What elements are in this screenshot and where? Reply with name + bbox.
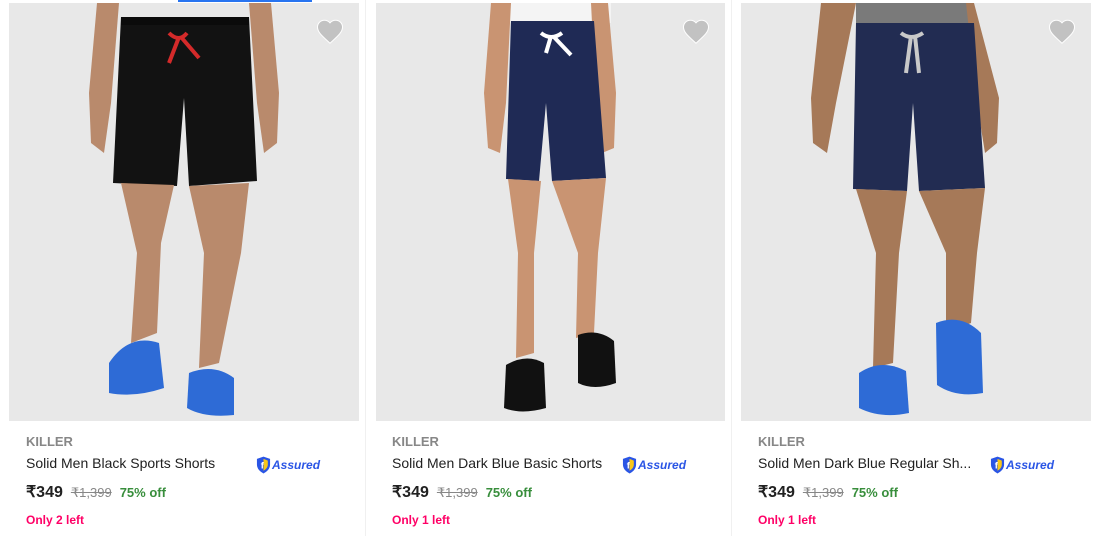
- product-photo: [9, 3, 359, 421]
- product-grid: KILLER Solid Men Black Sports Shorts f A…: [0, 0, 1093, 536]
- assured-shield-icon: f: [990, 456, 1005, 474]
- assured-label: Assured: [272, 458, 321, 472]
- mrp: ₹1,399: [802, 485, 844, 500]
- product-title[interactable]: Solid Men Dark Blue Regular Sh...: [758, 455, 971, 471]
- assured-shield-icon: f: [256, 456, 271, 474]
- mrp: ₹1,399: [436, 485, 478, 500]
- wishlist-heart-icon[interactable]: [315, 17, 345, 47]
- price-row: ₹349 ₹1,399 75% off: [758, 482, 898, 502]
- product-image[interactable]: [741, 3, 1091, 421]
- product-title[interactable]: Solid Men Black Sports Shorts: [26, 455, 215, 471]
- price-row: ₹349 ₹1,399 75% off: [392, 482, 532, 502]
- product-card[interactable]: KILLER Solid Men Black Sports Shorts f A…: [0, 0, 366, 536]
- stock-status: Only 2 left: [26, 513, 85, 527]
- price: ₹349: [26, 484, 63, 501]
- product-card[interactable]: KILLER Solid Men Dark Blue Regular Sh...…: [732, 0, 1093, 536]
- product-image[interactable]: [376, 3, 725, 421]
- price-row: ₹349 ₹1,399 75% off: [26, 482, 166, 502]
- assured-badge: f Assured: [622, 455, 686, 475]
- assured-badge: f Assured: [990, 455, 1054, 475]
- product-card[interactable]: KILLER Solid Men Dark Blue Basic Shorts …: [366, 0, 732, 536]
- assured-label: Assured: [638, 458, 687, 472]
- wishlist-heart-icon[interactable]: [1047, 17, 1077, 47]
- assured-shield-icon: f: [622, 456, 637, 474]
- product-photo: [376, 3, 725, 421]
- discount: 75% off: [485, 485, 532, 500]
- mrp: ₹1,399: [70, 485, 112, 500]
- stock-status: Only 1 left: [392, 513, 451, 527]
- product-brand: KILLER: [26, 434, 73, 449]
- discount: 75% off: [119, 485, 166, 500]
- price: ₹349: [758, 484, 795, 501]
- product-photo: [741, 3, 1091, 421]
- product-title[interactable]: Solid Men Dark Blue Basic Shorts: [392, 455, 602, 471]
- product-brand: KILLER: [758, 434, 805, 449]
- stock-status: Only 1 left: [758, 513, 817, 527]
- product-brand: KILLER: [392, 434, 439, 449]
- assured-badge: f Assured: [256, 455, 320, 475]
- product-image[interactable]: [9, 3, 359, 421]
- price: ₹349: [392, 484, 429, 501]
- discount: 75% off: [851, 485, 898, 500]
- assured-label: Assured: [1006, 458, 1055, 472]
- wishlist-heart-icon[interactable]: [681, 17, 711, 47]
